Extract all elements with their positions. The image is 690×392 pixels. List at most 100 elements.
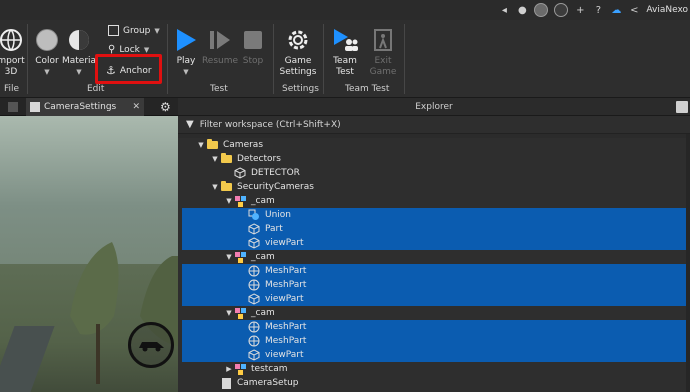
tree-row[interactable]: MeshPart <box>182 334 688 348</box>
chevron-down-icon[interactable]: ▼ <box>210 183 220 191</box>
divider <box>404 24 405 94</box>
tree-row[interactable]: Part <box>182 222 688 236</box>
group-label-file: File <box>4 84 20 94</box>
cloud-icon[interactable]: ☁ <box>610 4 622 16</box>
scrollbar[interactable] <box>686 134 690 392</box>
tree-row[interactable]: ▼ _cam <box>182 306 688 320</box>
tree-row-label: SecurityCameras <box>237 182 314 192</box>
color-label: Color <box>35 56 59 66</box>
stop-button[interactable]: Stop <box>240 26 266 67</box>
close-icon[interactable] <box>676 101 688 113</box>
help-icon[interactable]: ? <box>592 4 604 16</box>
tree-row-label: Detectors <box>237 154 281 164</box>
tree-row[interactable]: MeshPart <box>182 320 688 334</box>
tree-row[interactable]: ▼ Detectors <box>182 152 688 166</box>
filter-input[interactable]: Filter workspace (Ctrl+Shift+X) <box>200 120 341 130</box>
tree-row[interactable]: ▼ SecurityCameras <box>182 180 688 194</box>
tree-row[interactable]: CameraSetup <box>182 376 688 390</box>
explorer-header: Explorer <box>178 98 690 116</box>
document-tabs: CameraSettings ✕ ⚙ <box>0 98 178 116</box>
tree-row[interactable]: DETECTOR <box>182 166 688 180</box>
tree-row-label: MeshPart <box>265 336 307 346</box>
chevron-down-icon[interactable]: ▼ <box>224 309 234 317</box>
chevron-down-icon: ▼ <box>183 68 189 76</box>
tree-row-label: CameraSetup <box>237 378 299 388</box>
vehicle-mobile-button[interactable] <box>128 322 174 368</box>
title-bar: ◂ ● + ? ☁ < AviaNexo <box>0 0 690 20</box>
import-3d-button[interactable]: mport 3D <box>0 26 26 78</box>
tree-row-label: Union <box>265 210 292 220</box>
part-icon <box>234 167 246 179</box>
script-icon <box>220 377 232 389</box>
bell-icon[interactable]: ● <box>516 4 528 16</box>
tab-camera-settings[interactable]: CameraSettings ✕ <box>26 98 144 116</box>
game-settings-button[interactable]: Game Settings <box>278 26 318 78</box>
explorer-tree[interactable]: ▼ Cameras ▼ Detectors DETECTOR ▼ SecurityCamer… <box>178 138 690 392</box>
color-button[interactable]: Color ▼ <box>33 26 61 78</box>
folder-icon <box>220 181 232 193</box>
anchor-highlight <box>95 54 162 84</box>
exit-game-button[interactable]: Exit Game <box>368 26 398 78</box>
chevron-down-icon[interactable]: ▼ <box>224 197 234 205</box>
tree-row[interactable]: MeshPart <box>182 278 688 292</box>
chevron-down-icon: ▼ <box>44 68 50 76</box>
part-icon <box>248 293 260 305</box>
tree-row-label: MeshPart <box>265 322 307 332</box>
tree-row-label: viewPart <box>265 294 304 304</box>
material-button[interactable]: Materia ▼ <box>61 26 97 78</box>
material-label: Materia <box>61 56 97 66</box>
tree-row[interactable]: ▼ _cam <box>182 250 688 264</box>
close-icon[interactable]: ✕ <box>132 102 140 112</box>
resume-icon <box>206 26 234 54</box>
play-button[interactable]: Play ▼ <box>172 26 200 78</box>
chevron-down-icon: ▼ <box>154 26 160 35</box>
tree-row[interactable]: viewPart <box>182 236 688 250</box>
gear-icon[interactable]: ⚙ <box>160 100 171 114</box>
grip-icon[interactable] <box>8 102 18 112</box>
tree-row[interactable]: viewPart <box>182 292 688 306</box>
tree-row[interactable]: ▶ testcam <box>182 362 688 376</box>
union-icon <box>248 209 260 221</box>
chevron-down-icon[interactable]: ▼ <box>224 253 234 261</box>
add-friend-icon[interactable]: + <box>574 4 586 16</box>
divider <box>167 24 168 94</box>
explorer-filter[interactable]: ▼ Filter workspace (Ctrl+Shift+X) <box>178 116 690 134</box>
material-icon <box>65 26 93 54</box>
meshpart-icon <box>248 279 260 291</box>
username[interactable]: AviaNexo <box>646 5 688 15</box>
tree-row[interactable]: ▼ _cam <box>182 194 688 208</box>
part-icon <box>248 349 260 361</box>
tree-row-label: viewPart <box>265 350 304 360</box>
tree-row[interactable]: viewPart <box>182 348 688 362</box>
divider <box>273 24 274 94</box>
group-button[interactable]: Group ▼ <box>108 25 160 36</box>
tree-row[interactable]: Union <box>182 208 688 222</box>
explorer-title: Explorer <box>415 101 453 112</box>
group-label: Group <box>123 25 151 36</box>
avatar[interactable] <box>554 3 569 17</box>
globe-icon <box>0 26 25 54</box>
script-icon <box>30 102 40 112</box>
tree-row[interactable]: ▼ Cameras <box>182 138 688 152</box>
model-icon <box>234 307 246 319</box>
exit-game-icon <box>369 26 397 54</box>
filter-icon[interactable]: ▼ <box>186 119 194 130</box>
chevron-down-icon: ▼ <box>143 45 150 54</box>
share-icon[interactable]: < <box>628 4 640 16</box>
back-arrow-icon[interactable]: ◂ <box>498 4 510 16</box>
team-test-label: Team Test <box>333 56 357 77</box>
resume-button[interactable]: Resume <box>202 26 238 67</box>
tree-row-label: Part <box>265 224 283 234</box>
model-icon <box>234 363 246 375</box>
team-test-button[interactable]: Team Test <box>328 26 362 78</box>
chevron-right-icon[interactable]: ▶ <box>224 365 234 373</box>
tree-row[interactable]: MeshPart <box>182 264 688 278</box>
chevron-down-icon[interactable]: ▼ <box>210 155 220 163</box>
avatar[interactable] <box>534 3 549 17</box>
gear-icon <box>284 26 312 54</box>
part-icon <box>248 223 260 235</box>
title-bar-controls: ◂ ● + ? ☁ < AviaNexo <box>498 0 690 20</box>
chevron-down-icon[interactable]: ▼ <box>196 141 206 149</box>
tab-label: CameraSettings <box>44 102 117 112</box>
3d-viewport[interactable] <box>0 116 178 392</box>
